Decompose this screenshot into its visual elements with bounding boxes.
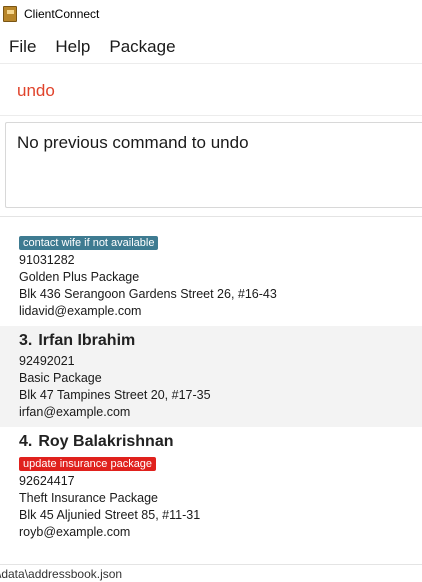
person-phone: 91031282	[19, 253, 75, 267]
menu-package[interactable]: Package	[109, 37, 175, 57]
person-phone: 92624417	[19, 474, 75, 488]
title-bar: ClientConnect	[0, 0, 422, 28]
person-address: Blk 45 Aljunied Street 85, #11-31	[19, 508, 201, 522]
save-location: \data\addressbook.json	[0, 566, 123, 581]
person-package: Theft Insurance Package	[19, 491, 158, 505]
result-display: No previous command to undo	[5, 122, 422, 208]
person-index: 4.	[19, 433, 33, 450]
person-tag: update insurance package	[19, 457, 157, 471]
menu-file[interactable]: File	[9, 37, 36, 57]
person-address: Blk 436 Serangoon Gardens Street 26, #16…	[19, 287, 277, 301]
person-email: royb@example.com	[19, 525, 131, 539]
person-name: Irfan Ibrahim	[38, 332, 136, 349]
person-list[interactable]: contact wife if not available 91031282 G…	[0, 216, 422, 564]
person-card[interactable]: 4. Roy Balakrishnan update insurance pack…	[0, 427, 422, 547]
person-phone: 92492021	[19, 354, 75, 368]
status-bar: \data\addressbook.json	[0, 564, 422, 582]
person-card[interactable]: contact wife if not available 91031282 G…	[0, 217, 422, 326]
person-package: Golden Plus Package	[19, 270, 140, 284]
command-input[interactable]	[17, 80, 397, 101]
person-index: 3.	[19, 332, 33, 349]
person-address: Blk 47 Tampines Street 20, #17-35	[19, 388, 211, 402]
person-name: Roy Balakrishnan	[38, 433, 174, 450]
person-name-row: 3. Irfan Ibrahim	[19, 332, 422, 350]
person-card[interactable]: 3. Irfan Ibrahim 92492021 Basic Package B…	[0, 326, 422, 427]
person-tag: contact wife if not available	[19, 236, 159, 250]
person-email: lidavid@example.com	[19, 304, 142, 318]
address-book-icon	[2, 6, 18, 22]
result-text: No previous command to undo	[17, 133, 249, 152]
person-name-row: 4. Roy Balakrishnan	[19, 433, 422, 451]
person-email: irfan@example.com	[19, 405, 131, 419]
window-title: ClientConnect	[24, 7, 100, 21]
menu-bar: File Help Package	[0, 30, 422, 64]
person-package: Basic Package	[19, 371, 102, 385]
command-box	[0, 66, 422, 116]
menu-help[interactable]: Help	[55, 37, 90, 57]
